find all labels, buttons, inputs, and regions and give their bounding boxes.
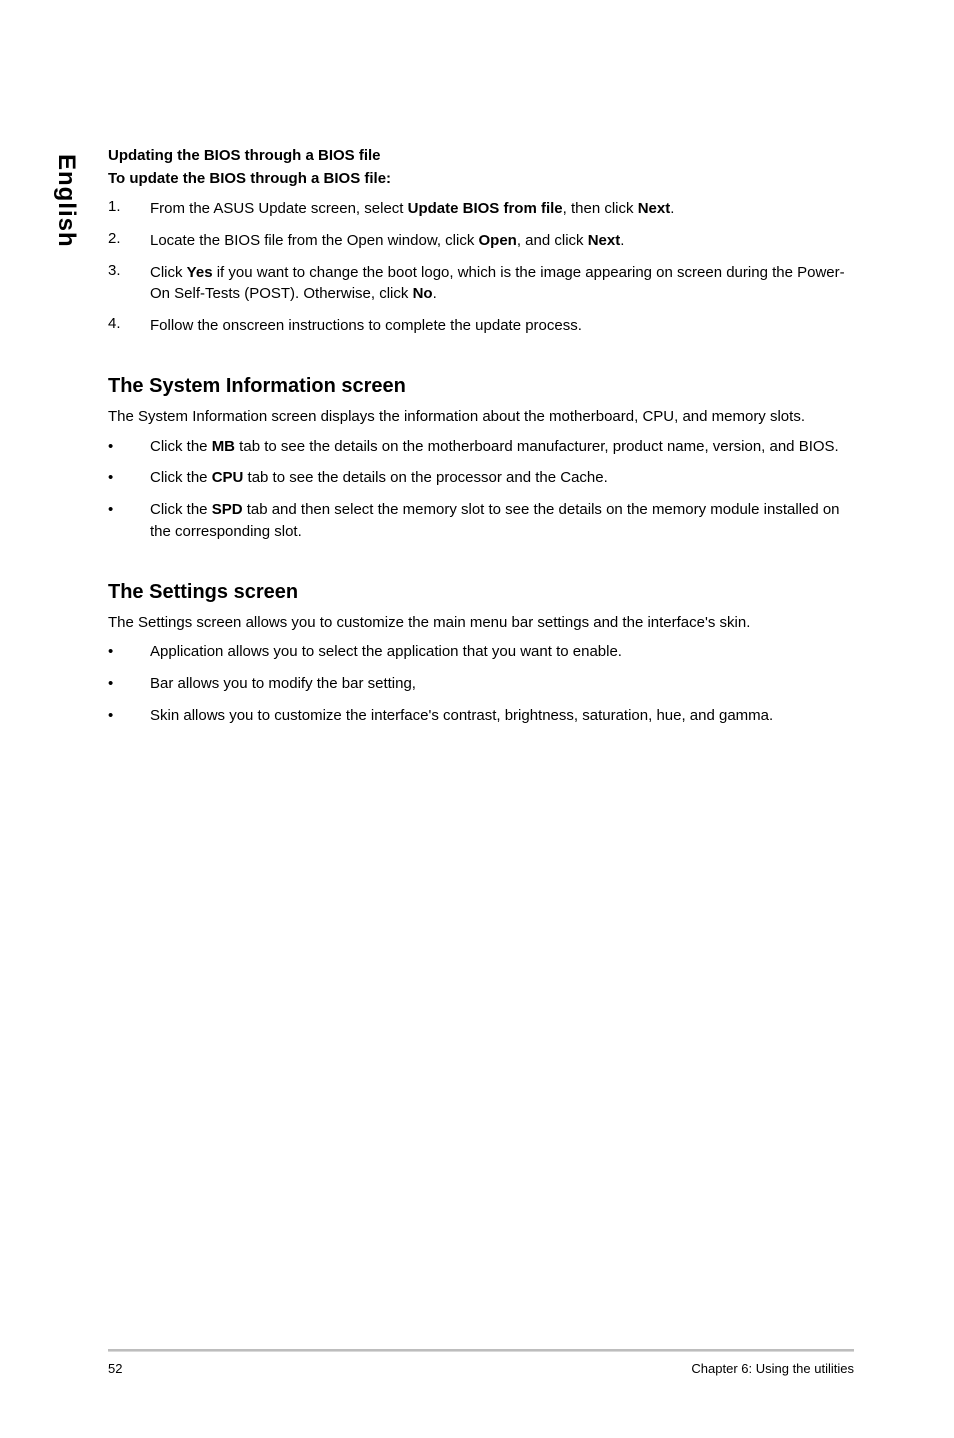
bold: Update BIOS from file	[408, 200, 563, 217]
list-item: • Click the MB tab to see the details on…	[108, 436, 854, 458]
bold: CPU	[212, 469, 244, 486]
text: Click the	[150, 438, 212, 455]
text: , and click	[517, 232, 588, 249]
ordered-list-update-steps: 1. From the ASUS Update screen, select U…	[108, 198, 854, 337]
bullet-list-settings: • Application allows you to select the a…	[108, 641, 854, 726]
list-item: 3. Click Yes if you want to change the b…	[108, 262, 854, 306]
bold: Yes	[187, 264, 213, 281]
bold: Open	[479, 232, 517, 249]
step-text: Follow the onscreen instructions to comp…	[150, 315, 582, 337]
list-item: 4. Follow the onscreen instructions to c…	[108, 315, 854, 337]
step-number: 4.	[108, 315, 150, 337]
step-number: 1.	[108, 198, 150, 220]
bullet-icon: •	[108, 641, 150, 663]
step-number: 2.	[108, 230, 150, 252]
step-text: Locate the BIOS file from the Open windo…	[150, 230, 624, 252]
list-item: • Skin allows you to customize the inter…	[108, 705, 854, 727]
bold: Next	[588, 232, 621, 249]
bullet-text: Application allows you to select the app…	[150, 641, 622, 663]
step-text: Click Yes if you want to change the boot…	[150, 262, 854, 306]
intro-system-info: The System Information screen displays t…	[108, 406, 854, 428]
heading-to-update: To update the BIOS through a BIOS file:	[108, 168, 854, 191]
heading-updating: Updating the BIOS through a BIOS file	[108, 145, 854, 168]
bullet-icon: •	[108, 499, 150, 543]
step-number: 3.	[108, 262, 150, 306]
list-item: • Bar allows you to modify the bar setti…	[108, 673, 854, 695]
footer-divider	[108, 1349, 854, 1352]
bullet-text: Click the SPD tab and then select the me…	[150, 499, 854, 543]
step-text: From the ASUS Update screen, select Upda…	[150, 198, 674, 220]
list-item: 1. From the ASUS Update screen, select U…	[108, 198, 854, 220]
text: Click	[150, 264, 187, 281]
bullet-text: Skin allows you to customize the interfa…	[150, 705, 773, 727]
list-item: 2. Locate the BIOS file from the Open wi…	[108, 230, 854, 252]
bold: No	[413, 285, 433, 302]
page-footer: 52 Chapter 6: Using the utilities	[0, 1361, 954, 1376]
side-tab-english: English	[52, 154, 80, 248]
bullet-text: Click the CPU tab to see the details on …	[150, 467, 608, 489]
text: .	[670, 200, 674, 217]
bullet-text: Click the MB tab to see the details on t…	[150, 436, 839, 458]
text: Click the	[150, 469, 212, 486]
heading-settings: The Settings screen	[108, 581, 854, 604]
bold: Next	[638, 200, 671, 217]
intro-settings: The Settings screen allows you to custom…	[108, 612, 854, 634]
text: tab and then select the memory slot to s…	[150, 501, 840, 540]
page-number: 52	[108, 1361, 122, 1376]
bullet-text: Bar allows you to modify the bar setting…	[150, 673, 416, 695]
text: .	[433, 285, 437, 302]
bold: MB	[212, 438, 235, 455]
text: if you want to change the boot logo, whi…	[150, 264, 845, 303]
bullet-list-system-info: • Click the MB tab to see the details on…	[108, 436, 854, 543]
list-item: • Click the SPD tab and then select the …	[108, 499, 854, 543]
heading-system-info: The System Information screen	[108, 375, 854, 398]
bullet-icon: •	[108, 467, 150, 489]
text: From the ASUS Update screen, select	[150, 200, 408, 217]
text: tab to see the details on the processor …	[243, 469, 607, 486]
list-item: • Click the CPU tab to see the details o…	[108, 467, 854, 489]
text: , then click	[563, 200, 638, 217]
text: Locate the BIOS file from the Open windo…	[150, 232, 479, 249]
bullet-icon: •	[108, 436, 150, 458]
text: tab to see the details on the motherboar…	[235, 438, 839, 455]
bold: SPD	[212, 501, 243, 518]
bullet-icon: •	[108, 673, 150, 695]
bullet-icon: •	[108, 705, 150, 727]
text: Follow the onscreen instructions to comp…	[150, 317, 582, 334]
text: Click the	[150, 501, 212, 518]
list-item: • Application allows you to select the a…	[108, 641, 854, 663]
text: .	[620, 232, 624, 249]
chapter-title: Chapter 6: Using the utilities	[691, 1361, 854, 1376]
